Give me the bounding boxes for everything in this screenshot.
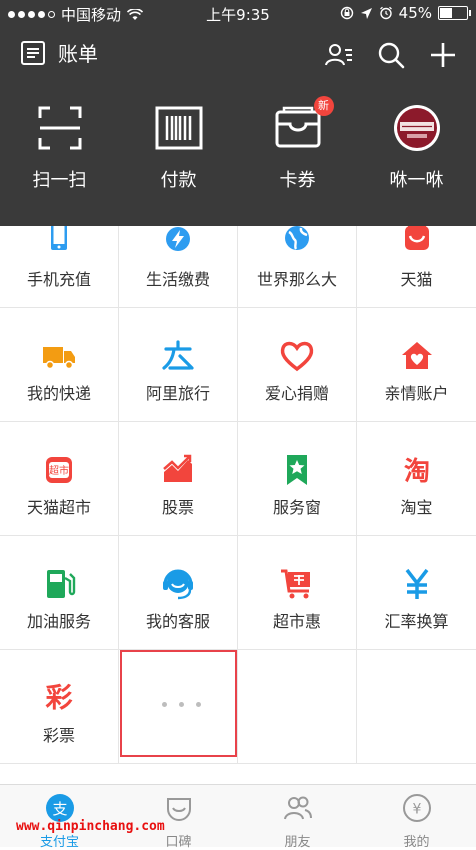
bookmark-star-icon — [287, 455, 307, 485]
supermarket-icon-text: 超市 — [49, 464, 69, 477]
headset-icon — [163, 569, 193, 600]
service-label: 爱心捐赠 — [264, 384, 329, 403]
mine-glyph: ¥ — [412, 802, 421, 818]
app-header: 账单 — [0, 28, 476, 80]
alarm-icon — [379, 6, 392, 20]
tab-label: 朋友 — [284, 835, 311, 850]
service-taobao[interactable]: 淘 淘宝 — [357, 422, 476, 536]
barcode-icon — [155, 106, 202, 150]
tab-mine[interactable]: ¥ 我的 — [357, 793, 476, 850]
service-my-express[interactable]: 我的快递 — [0, 308, 119, 422]
quick-action-label: 卡券 — [279, 170, 316, 191]
taobao-glyph: 淘 — [403, 457, 429, 487]
home-heart-icon — [401, 342, 432, 369]
service-customer-service[interactable]: 我的客服 — [119, 536, 238, 650]
empty-cell — [238, 650, 357, 764]
service-label: 阿里旅行 — [145, 384, 210, 403]
watermark-text: www.qinpinchang.com — [16, 819, 165, 834]
service-label: 天猫 — [400, 270, 433, 289]
tab-label: 我的 — [403, 835, 430, 850]
card-wallet-icon — [275, 106, 320, 148]
service-ali-travel[interactable]: 阿里旅行 — [119, 308, 238, 422]
service-label: 我的快递 — [26, 384, 91, 403]
service-label: 超市惠 — [272, 612, 321, 631]
bill-list-icon — [21, 40, 45, 65]
koubei-icon — [166, 798, 191, 821]
tab-bar: 支 支付宝 口碑 朋友 ¥ 我的 — [0, 784, 476, 850]
lightning-icon — [166, 227, 190, 251]
new-badge: 新 — [313, 96, 334, 116]
empty-cell — [357, 650, 476, 764]
contacts-icon[interactable] — [324, 40, 354, 70]
phone-icon — [51, 220, 67, 250]
service-label: 生活缴费 — [145, 270, 210, 289]
supermarket-icon: 超市 — [46, 457, 72, 483]
tab-friends[interactable]: 朋友 — [238, 793, 357, 850]
gas-pump-icon — [47, 570, 76, 598]
bill-label: 账单 — [58, 42, 98, 66]
service-gas[interactable]: 加油服务 — [0, 536, 119, 650]
cart-icon — [281, 569, 310, 599]
lottery-icon: 彩 — [46, 683, 73, 714]
service-world[interactable]: 世界那么大 — [238, 226, 357, 308]
quick-action-label: 咻一咻 — [389, 170, 444, 191]
friends-icon — [283, 796, 312, 820]
lottery-glyph: 彩 — [46, 683, 73, 714]
haagen-dazs-logo-icon — [393, 105, 440, 151]
yen-icon — [405, 568, 428, 599]
service-label: 彩票 — [42, 726, 75, 745]
quick-action-cards[interactable]: 新 卡券 — [238, 96, 357, 192]
location-arrow-icon — [360, 7, 372, 19]
service-family-account[interactable]: 亲情账户 — [357, 308, 476, 422]
service-utility-payment[interactable]: 生活缴费 — [119, 226, 238, 308]
battery-icon — [438, 6, 471, 20]
service-stocks[interactable]: 股票 — [119, 422, 238, 536]
header-actions — [324, 40, 458, 70]
quick-action-scan[interactable]: 扫一扫 — [0, 96, 119, 192]
rotation-lock-icon — [340, 6, 353, 20]
status-right: 45% — [340, 4, 471, 22]
quick-action-label: 扫一扫 — [32, 170, 87, 191]
globe-icon — [285, 226, 309, 250]
quick-action-xiu[interactable]: 咻一咻 — [357, 96, 476, 192]
battery-percent: 45% — [398, 4, 432, 22]
scan-icon — [38, 106, 81, 150]
status-bar: 中国移动 上午9:35 45% — [0, 0, 476, 26]
wallet-yen-icon: ¥ — [402, 794, 431, 822]
service-label: 股票 — [161, 498, 194, 517]
service-label: 加油服务 — [26, 612, 91, 631]
plus-icon[interactable] — [428, 40, 458, 70]
service-window[interactable]: 服务窗 — [238, 422, 357, 536]
heart-icon — [280, 341, 314, 372]
service-label: 淘宝 — [400, 498, 433, 517]
bill-button[interactable]: 账单 — [20, 38, 98, 67]
service-lottery[interactable]: 彩 彩票 — [0, 650, 119, 764]
service-supermarket-deals[interactable]: 超市惠 — [238, 536, 357, 650]
service-tmall[interactable]: 天猫 — [357, 224, 476, 308]
service-label: 手机充值 — [26, 270, 91, 289]
service-label: 汇率换算 — [384, 612, 449, 631]
search-icon[interactable] — [376, 40, 406, 70]
stock-chart-icon — [163, 454, 192, 482]
service-label: 亲情账户 — [384, 384, 449, 403]
service-tmall-supermarket[interactable]: 超市 天猫超市 — [0, 422, 119, 536]
service-charity[interactable]: 爱心捐赠 — [238, 308, 357, 422]
more-dots-icon — [162, 702, 201, 707]
more-services-button[interactable] — [120, 650, 237, 757]
service-label: 世界那么大 — [256, 270, 337, 289]
service-label: 天猫超市 — [26, 498, 91, 517]
service-exchange-rate[interactable]: 汇率换算 — [357, 536, 476, 650]
travel-icon — [162, 340, 194, 370]
quick-action-label: 付款 — [160, 170, 197, 191]
alipay-glyph: 支 — [52, 800, 67, 818]
quick-action-pay[interactable]: 付款 — [119, 96, 238, 192]
taobao-icon: 淘 — [403, 457, 429, 487]
service-label: 我的客服 — [145, 612, 210, 631]
tmall-icon — [404, 224, 429, 250]
quick-actions: 扫一扫 付款 新 卡券 咻一咻 — [0, 96, 476, 206]
service-mobile-topup[interactable]: 手机充值 — [0, 220, 119, 308]
service-label: 服务窗 — [272, 498, 321, 517]
truck-icon — [43, 347, 75, 370]
